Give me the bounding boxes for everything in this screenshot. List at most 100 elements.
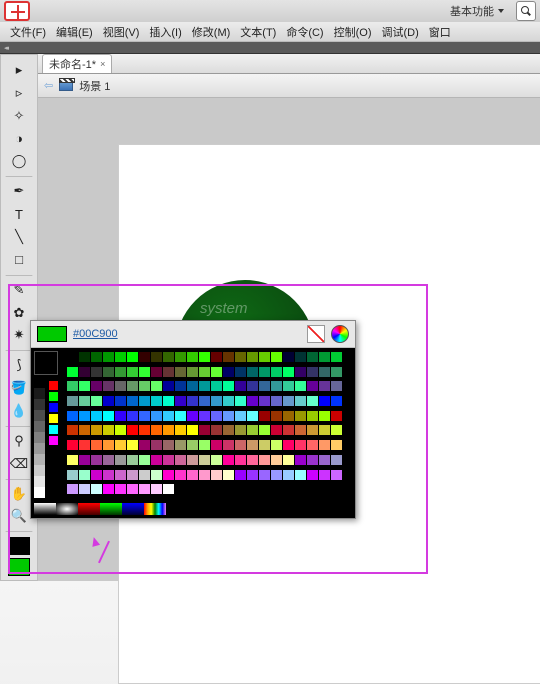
color-swatch[interactable] (174, 454, 186, 465)
color-swatch[interactable] (198, 380, 210, 391)
color-swatch[interactable] (234, 351, 246, 362)
color-swatch[interactable] (210, 395, 222, 406)
menu-file[interactable]: 文件(F) (6, 23, 50, 41)
color-swatch[interactable] (174, 351, 186, 362)
color-swatch[interactable] (126, 395, 138, 406)
color-swatch[interactable] (282, 380, 294, 391)
color-swatch[interactable] (270, 410, 282, 421)
color-swatch[interactable] (198, 410, 210, 421)
gray-swatch[interactable] (34, 421, 45, 432)
color-swatch[interactable] (162, 439, 174, 450)
color-swatch[interactable] (114, 454, 126, 465)
color-swatch[interactable] (66, 439, 78, 450)
tool-selection[interactable]: ▸ (5, 59, 33, 81)
color-swatch[interactable] (282, 395, 294, 406)
menu-command[interactable]: 命令(C) (282, 23, 327, 41)
color-swatch[interactable] (222, 410, 234, 421)
color-swatch[interactable] (114, 469, 126, 480)
color-swatch[interactable] (90, 395, 102, 406)
color-swatch[interactable] (90, 469, 102, 480)
color-swatch[interactable] (270, 439, 282, 450)
color-swatch[interactable] (270, 366, 282, 377)
gradient-swatch-red[interactable] (78, 503, 100, 515)
color-swatch[interactable] (198, 454, 210, 465)
gradient-swatch-bw[interactable] (34, 503, 56, 515)
color-swatch[interactable] (102, 351, 114, 362)
color-swatch[interactable] (318, 351, 330, 362)
color-swatch[interactable] (90, 351, 102, 362)
color-swatch[interactable] (234, 454, 246, 465)
gradient-swatch-green[interactable] (100, 503, 122, 515)
color-swatch[interactable] (90, 424, 102, 435)
gradient-swatch-rainbow[interactable] (144, 503, 166, 515)
color-swatch[interactable] (330, 439, 342, 450)
gray-swatch[interactable] (34, 443, 45, 454)
color-swatch[interactable] (258, 395, 270, 406)
color-swatch[interactable] (90, 366, 102, 377)
color-swatch[interactable] (210, 380, 222, 391)
color-swatch[interactable] (114, 380, 126, 391)
color-swatch[interactable] (162, 410, 174, 421)
color-swatch[interactable] (102, 454, 114, 465)
color-swatch[interactable] (138, 439, 150, 450)
panel-collapse-strip[interactable] (0, 42, 540, 54)
basic-swatch[interactable] (48, 435, 59, 446)
color-swatch[interactable] (66, 483, 78, 494)
color-swatch[interactable] (150, 395, 162, 406)
color-swatch[interactable] (186, 410, 198, 421)
color-swatch[interactable] (150, 410, 162, 421)
color-swatch[interactable] (246, 351, 258, 362)
color-swatch[interactable] (150, 483, 162, 494)
color-swatch[interactable] (162, 454, 174, 465)
gray-swatch[interactable] (34, 476, 45, 487)
color-swatch[interactable] (138, 424, 150, 435)
color-swatch[interactable] (198, 395, 210, 406)
tool-rectangle[interactable]: □ (5, 249, 33, 271)
color-swatch[interactable] (150, 366, 162, 377)
document-tab[interactable]: 未命名-1* × (42, 54, 112, 73)
color-swatch[interactable] (78, 395, 90, 406)
color-swatch[interactable] (210, 351, 222, 362)
color-swatch[interactable] (282, 424, 294, 435)
color-swatch[interactable] (162, 483, 174, 494)
color-swatch[interactable] (246, 454, 258, 465)
color-swatch[interactable] (126, 469, 138, 480)
color-swatch[interactable] (270, 454, 282, 465)
menu-view[interactable]: 视图(V) (99, 23, 144, 41)
color-swatch[interactable] (114, 424, 126, 435)
gradient-swatch-blue[interactable] (122, 503, 144, 515)
color-swatch[interactable] (222, 366, 234, 377)
color-swatch[interactable] (66, 395, 78, 406)
color-swatch[interactable] (330, 424, 342, 435)
color-swatch[interactable] (150, 424, 162, 435)
color-swatch[interactable] (162, 380, 174, 391)
color-swatch[interactable] (186, 395, 198, 406)
color-swatch[interactable] (102, 424, 114, 435)
color-swatch[interactable] (222, 380, 234, 391)
color-swatch[interactable] (246, 424, 258, 435)
color-swatch[interactable] (138, 366, 150, 377)
color-swatch[interactable] (150, 454, 162, 465)
tool-text[interactable]: T (5, 203, 33, 225)
basic-swatch[interactable] (48, 413, 59, 424)
color-swatch[interactable] (246, 395, 258, 406)
tool-pen[interactable]: ✒ (5, 180, 33, 202)
color-swatch[interactable] (114, 395, 126, 406)
color-swatch[interactable] (306, 380, 318, 391)
color-swatch[interactable] (222, 439, 234, 450)
color-swatch[interactable] (294, 380, 306, 391)
color-swatch[interactable] (162, 469, 174, 480)
tool-line[interactable]: ╲ (5, 226, 33, 248)
color-swatch[interactable] (150, 439, 162, 450)
color-swatch[interactable] (198, 439, 210, 450)
color-swatch[interactable] (294, 366, 306, 377)
color-swatch[interactable] (222, 351, 234, 362)
color-swatch[interactable] (318, 366, 330, 377)
color-swatch[interactable] (66, 351, 78, 362)
color-swatch[interactable] (282, 454, 294, 465)
color-swatch[interactable] (294, 351, 306, 362)
color-swatch[interactable] (258, 366, 270, 377)
color-swatch[interactable] (234, 380, 246, 391)
tool-lasso[interactable]: ◯ (5, 150, 33, 172)
color-swatch[interactable] (222, 469, 234, 480)
